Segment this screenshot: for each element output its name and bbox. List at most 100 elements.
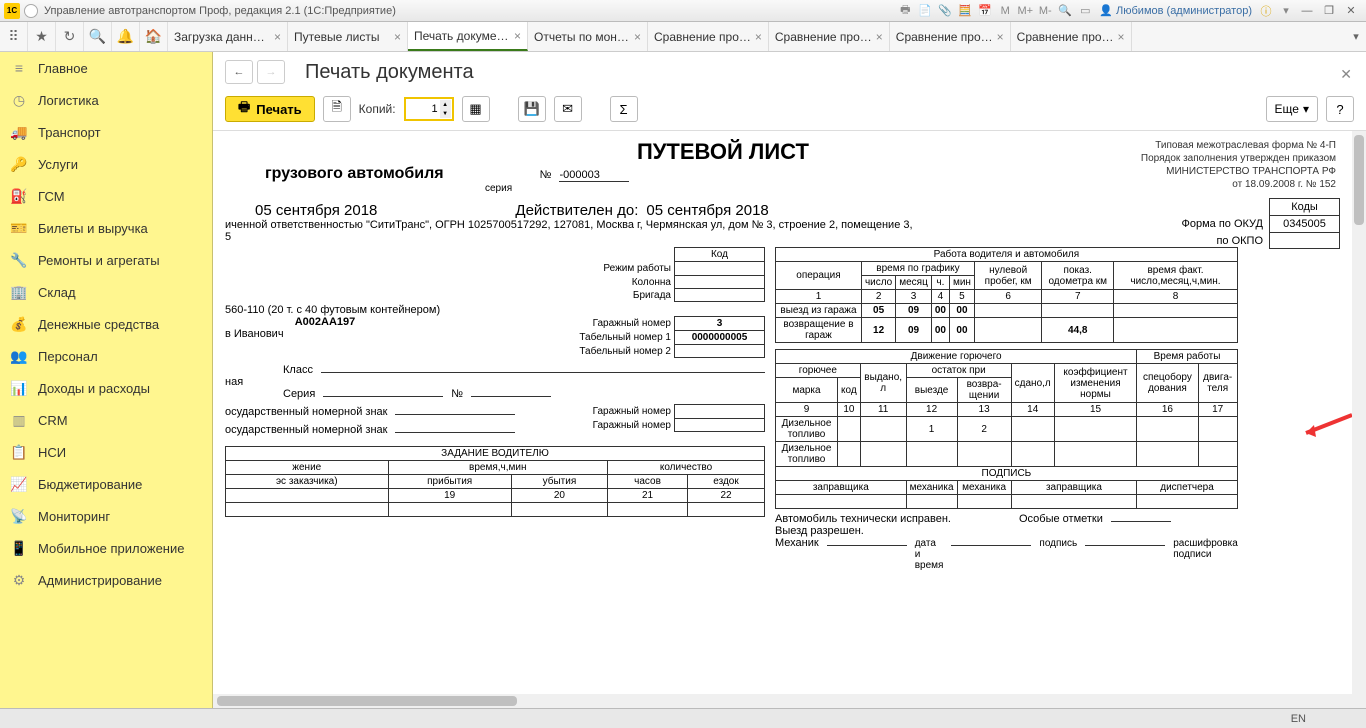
op: операция: [776, 262, 862, 290]
sidebar-item-4[interactable]: ⛽ГСМ: [0, 180, 212, 212]
tab-7[interactable]: Сравнение про… ×: [1011, 22, 1132, 51]
sidebar-item-13[interactable]: 📈Бюджетирование: [0, 468, 212, 500]
grid-button[interactable]: ▦: [462, 96, 490, 122]
org-line2: 5: [225, 231, 1340, 243]
tab-label: Загрузка данн…: [174, 30, 270, 44]
sidebar-item-15[interactable]: 📱Мобильное приложение: [0, 532, 212, 564]
sidebar-icon: 🏢: [10, 283, 28, 301]
close-icon[interactable]: ×: [514, 29, 521, 43]
help-button[interactable]: ?: [1326, 96, 1354, 122]
sidebar-item-16[interactable]: ⚙Администрирование: [0, 564, 212, 596]
history-icon[interactable]: ↻: [56, 22, 84, 51]
more-button[interactable]: Еще▾: [1266, 96, 1318, 122]
favorite-icon[interactable]: ★: [28, 22, 56, 51]
toolbar-calendar-icon[interactable]: 📅: [976, 2, 994, 20]
doc-title: ПУТЕВОЙ ЛИСТ: [305, 139, 1141, 165]
sidebar-item-14[interactable]: 📡Мониторинг: [0, 500, 212, 532]
sidebar-item-8[interactable]: 💰Денежные средства: [0, 308, 212, 340]
copies-input[interactable]: 1 ▲▼: [404, 97, 454, 121]
toolbar-doc-icon[interactable]: 📄: [916, 2, 934, 20]
sum-button[interactable]: Σ: [610, 96, 638, 122]
mail-button[interactable]: ✉: [554, 96, 582, 122]
print-button[interactable]: 🖶 Печать: [225, 96, 315, 122]
close-icon[interactable]: ×: [1118, 30, 1125, 44]
vertical-scrollbar[interactable]: [1352, 131, 1366, 708]
language-indicator[interactable]: EN: [1291, 713, 1306, 725]
close-page-icon[interactable]: ✕: [1340, 66, 1352, 83]
ost: остаток при: [906, 364, 1011, 378]
more-button-label: Еще: [1275, 102, 1299, 116]
tab-1[interactable]: Путевые листы×: [288, 22, 408, 51]
horizontal-scrollbar[interactable]: [213, 694, 1352, 708]
close-icon[interactable]: ×: [634, 30, 641, 44]
save-button[interactable]: 💾: [518, 96, 546, 122]
close-icon[interactable]: ×: [997, 30, 1004, 44]
toolbar-mplus-icon[interactable]: M+: [1016, 2, 1034, 20]
nav-back-button[interactable]: ←: [225, 60, 253, 84]
col-uby: убытия: [511, 475, 607, 489]
sidebar-item-label: CRM: [38, 413, 68, 428]
sidebar-item-11[interactable]: ▥CRM: [0, 404, 212, 436]
toolbar-calc-icon[interactable]: 🧮: [956, 2, 974, 20]
current-user[interactable]: Любимов (администратор): [1099, 4, 1252, 17]
copies-stepper[interactable]: ▲▼: [440, 100, 451, 118]
sidebar-item-label: Главное: [38, 61, 88, 76]
meh2: механика: [957, 481, 1011, 495]
sidebar-item-12[interactable]: 📋НСИ: [0, 436, 212, 468]
preview-button[interactable]: 🗎: [323, 96, 351, 122]
mesyac: месяц: [896, 276, 932, 290]
tab-3[interactable]: Отчеты по мон…×: [528, 22, 648, 51]
sidebar-item-6[interactable]: 🔧Ремонты и агрегаты: [0, 244, 212, 276]
koef: коэффициент изменения нормы: [1054, 364, 1137, 403]
sidebar-item-9[interactable]: 👥Персонал: [0, 340, 212, 372]
sidebar-item-2[interactable]: 🚚Транспорт: [0, 116, 212, 148]
bell-icon[interactable]: 🔔: [112, 22, 140, 51]
sidebar-item-label: Персонал: [38, 349, 98, 364]
tab-label: Сравнение про…: [1017, 30, 1114, 44]
sidebar-item-label: Услуги: [38, 157, 78, 172]
close-icon[interactable]: ×: [274, 30, 281, 44]
sidebar-item-0[interactable]: ≡Главное: [0, 52, 212, 84]
sidebar-item-5[interactable]: 🎫Билеты и выручка: [0, 212, 212, 244]
toolbar-zoom-icon[interactable]: 🔍: [1056, 2, 1074, 20]
n16: 16: [1137, 403, 1198, 417]
garnum-label: Гаражный номер: [576, 317, 674, 331]
tabs-more-icon[interactable]: ▾: [1346, 22, 1366, 51]
col-vrch: время,ч,мин: [388, 461, 608, 475]
window-minimize[interactable]: —: [1296, 2, 1318, 20]
sidebar-item-1[interactable]: ◷Логистика: [0, 84, 212, 116]
close-icon[interactable]: ×: [755, 30, 762, 44]
tab-5[interactable]: Сравнение про…×: [769, 22, 890, 51]
toolbar-panel-icon[interactable]: ▭: [1076, 2, 1094, 20]
toolbar-print-icon[interactable]: 🖶: [896, 2, 914, 20]
window-maximize[interactable]: ❐: [1318, 2, 1340, 20]
tab-2[interactable]: Печать докуме…×: [408, 22, 528, 51]
tab-4[interactable]: Сравнение про…×: [648, 22, 769, 51]
toolbar-m-icon[interactable]: M: [996, 2, 1014, 20]
window-close[interactable]: ✕: [1340, 2, 1362, 20]
nav-forward-button[interactable]: →: [257, 60, 285, 84]
vyezd: выезд из гаража: [776, 304, 862, 318]
toolbar-info-icon[interactable]: ⓘ: [1257, 2, 1275, 20]
doc-number-label: №: [540, 169, 552, 181]
sidebar-item-7[interactable]: 🏢Склад: [0, 276, 212, 308]
toolbar-mminus-icon[interactable]: M-: [1036, 2, 1054, 20]
sidebar-icon: 🎫: [10, 219, 28, 237]
sidebar-item-10[interactable]: 📊Доходы и расходы: [0, 372, 212, 404]
home-icon[interactable]: 🏠: [140, 22, 168, 51]
toolbar-clip-icon[interactable]: 📎: [936, 2, 954, 20]
search-icon[interactable]: 🔍: [84, 22, 112, 51]
podpis-header: ПОДПИСЬ: [776, 467, 1238, 481]
sidebar-icon: 💰: [10, 315, 28, 333]
zapr2: заправщика: [1011, 481, 1137, 495]
close-icon[interactable]: ×: [876, 30, 883, 44]
sidebar-item-3[interactable]: 🔑Услуги: [0, 148, 212, 180]
toolbar-dropdown-icon[interactable]: ▾: [1277, 2, 1295, 20]
close-icon[interactable]: ×: [394, 30, 401, 44]
tab-6[interactable]: Сравнение про…×: [890, 22, 1011, 51]
apps-icon[interactable]: ⠿: [0, 22, 28, 51]
zapr1: заправщика: [776, 481, 907, 495]
copies-label: Копий:: [359, 102, 396, 116]
tab-0[interactable]: Загрузка данн… ×: [168, 22, 288, 51]
d09a: 09: [896, 304, 932, 318]
